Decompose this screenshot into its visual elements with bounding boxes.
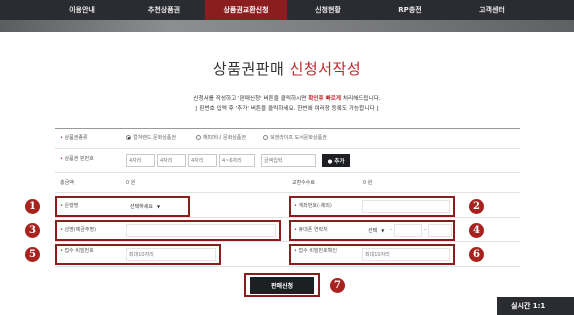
tab-exchange-request[interactable]: 상품권교환신청 [205, 0, 287, 20]
tab-rp-charge[interactable]: RP충전 [369, 0, 451, 20]
account-label: • 계좌번호(-제외) [294, 203, 332, 209]
pin-input-1[interactable]: 4자리 [126, 154, 155, 167]
step-badge-2: 2 [469, 199, 484, 214]
instruction-bold: 확인후 빠르게 [308, 96, 342, 102]
radio-happymoney-label: 해피머니 문화상품권 [203, 135, 246, 141]
phone-middle-input[interactable] [394, 224, 422, 237]
radio-cultureland[interactable]: 컬쳐랜드 문화상품권 [126, 134, 176, 141]
account-input[interactable] [362, 200, 450, 213]
title-highlight: 신청서작성 [289, 60, 362, 78]
bank-select[interactable]: 선택하세요 ▼ [130, 201, 160, 212]
dropdown-arrow-icon: ▼ [381, 228, 385, 233]
radio-cultureland-label: 컬쳐랜드 문화상품권 [133, 135, 176, 141]
step-badge-5: 5 [25, 247, 40, 262]
radio-icon [263, 135, 268, 140]
tab-usage-guide[interactable]: 이용안내 [41, 0, 123, 20]
phone-last-input[interactable] [428, 224, 452, 237]
phone-separator-1: - [390, 227, 392, 233]
password-confirm-input[interactable]: 최대10자리 [362, 248, 450, 261]
instruction-note: [ 핀번호 입력 후 '추가' 버튼을 클릭하세요. 한번에 여러장 등록도 가… [195, 106, 379, 112]
header-banner [0, 20, 574, 32]
password-label-text: 접수 비밀번호 [64, 248, 94, 254]
pin-label-text: 상품권 핀번호 [64, 156, 94, 162]
total-label: 총금액 [60, 180, 74, 186]
account-label-text: 계좌번호(-제외) [298, 203, 332, 209]
instruction-post: 처리해드립니다. [341, 96, 381, 102]
pin-input-3[interactable]: 4자리 [188, 154, 217, 167]
total-value: 0 원 [126, 180, 136, 186]
add-button[interactable]: ● 추가 [322, 154, 350, 167]
name-input[interactable] [126, 224, 276, 237]
pin-input-2[interactable]: 4자리 [157, 154, 186, 167]
phone-label-text: 휴대폰 연락처 [298, 227, 328, 233]
realtime-chat-button[interactable]: 실시간 1:1 [497, 297, 574, 315]
name-label: • 성명(예금주명) [60, 227, 97, 233]
step-badge-3: 3 [25, 223, 40, 238]
amount-input[interactable]: 금액입력 [261, 154, 316, 167]
phone-separator-2: - [424, 227, 426, 233]
password-confirm-label-text: 접수 비밀번호확인 [298, 248, 337, 254]
step-badge-6: 6 [469, 247, 484, 262]
submit-button[interactable]: 판매신청 [250, 276, 314, 294]
instruction-text: 신청서를 작성하고 '판매신청' 버튼을 클릭하시면 확인후 빠르게 처리해드립… [0, 94, 574, 102]
name-label-text: 성명(예금주명) [64, 227, 97, 233]
bank-label: • 은행명 [60, 203, 79, 209]
tab-request-status[interactable]: 신청현황 [287, 0, 369, 20]
password-label: • 접수 비밀번호 [60, 248, 94, 254]
top-nav: 이용안내 추천상품권 상품권교환신청 신청현황 RP충전 고객센터 [0, 0, 574, 20]
step-badge-4: 4 [469, 223, 484, 238]
radio-selected-icon [126, 135, 131, 140]
type-label: • 상품권종류 [60, 135, 88, 141]
step-badge-7: 7 [330, 278, 345, 293]
page-title: 상품권판매 신청서작성 [0, 58, 574, 79]
phone-select-value: 선택 [368, 228, 378, 234]
radio-booknlife[interactable]: 북앤라이프 도서문화상품권 [263, 134, 327, 141]
bank-label-text: 은행명 [64, 203, 79, 209]
phone-label: • 휴대폰 연락처 [294, 227, 328, 233]
radio-booknlife-label: 북앤라이프 도서문화상품권 [270, 135, 327, 141]
submit-highlight: 판매신청 [244, 273, 320, 297]
form-row-totals [55, 173, 520, 193]
title-main: 상품권판매 [212, 60, 290, 78]
fee-value: 0 원 [363, 180, 373, 186]
pin-label: • 상품권 핀번호 [60, 156, 94, 162]
bank-select-value: 선택하세요 [130, 204, 154, 210]
step-badge-1: 1 [25, 199, 40, 214]
fee-label: 교환수수료 [292, 180, 316, 186]
dropdown-arrow-icon: ▼ [157, 204, 161, 209]
tab-customer-center[interactable]: 고객센터 [451, 0, 533, 20]
password-confirm-label: • 접수 비밀번호확인 [294, 248, 337, 254]
password-input[interactable]: 최대10자리 [126, 248, 216, 261]
phone-prefix-select[interactable]: 선택 ▼ [368, 225, 384, 236]
type-label-text: 상품권종류 [64, 135, 88, 141]
radio-happymoney[interactable]: 해피머니 문화상품권 [196, 134, 246, 141]
radio-icon [196, 135, 201, 140]
instruction-pre: 신청서를 작성하고 '판매신청' 버튼을 클릭하시면 [193, 96, 309, 102]
tab-recommended[interactable]: 추천상품권 [123, 0, 205, 20]
pin-input-4[interactable]: 4~6자리 [219, 154, 255, 167]
